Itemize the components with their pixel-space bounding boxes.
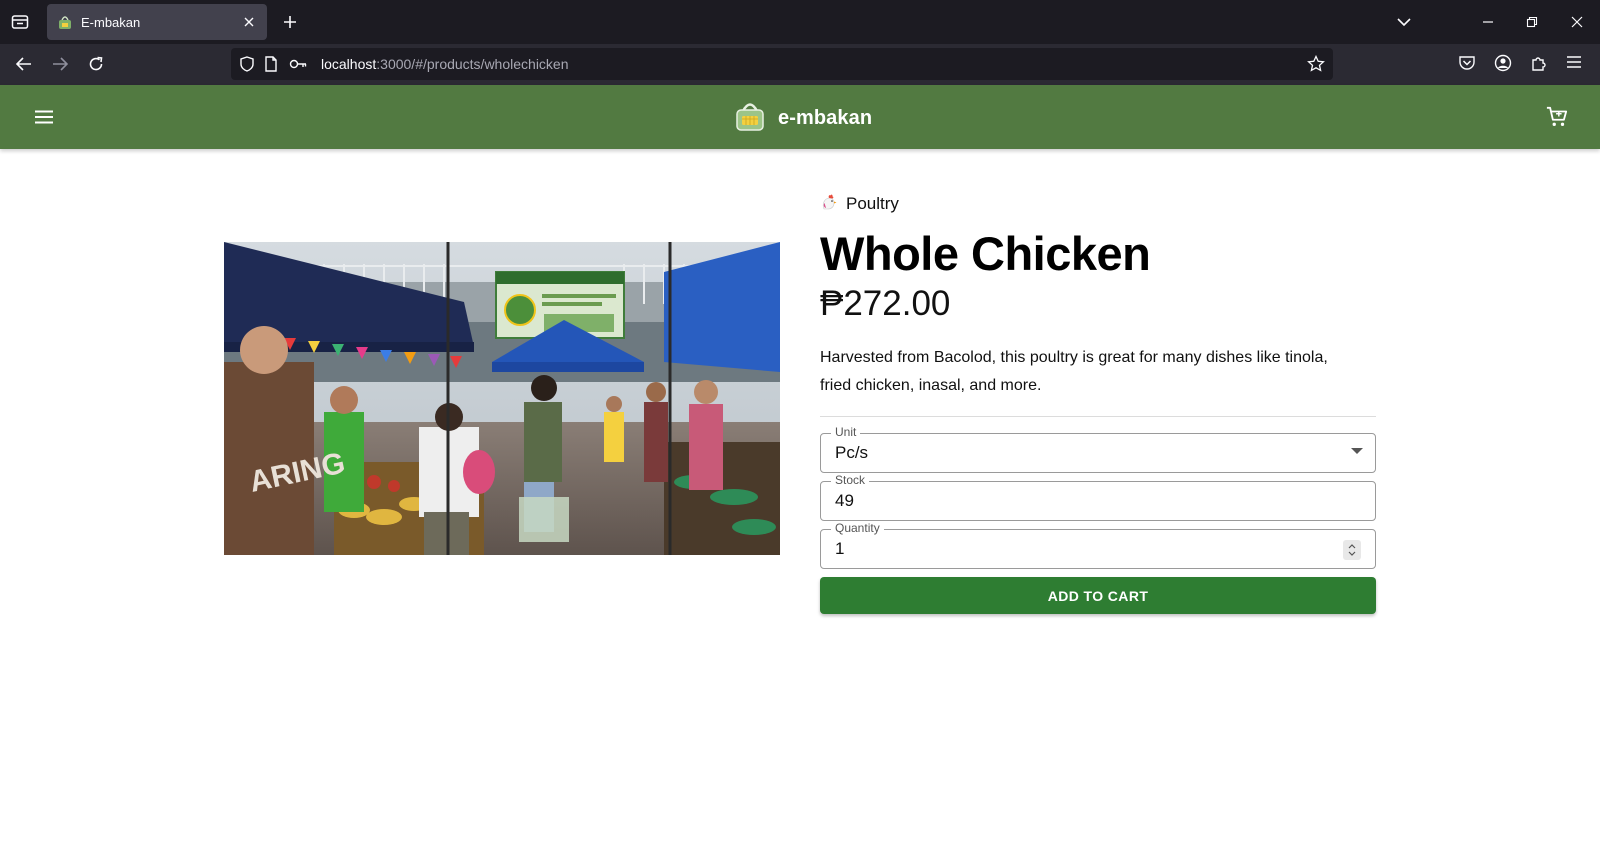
restore-icon [1526, 16, 1538, 28]
product-price: ₱272.00 [820, 284, 951, 323]
arrow-right-icon [53, 57, 68, 71]
list-tabs-button[interactable] [1392, 10, 1416, 34]
forward-button[interactable] [48, 52, 72, 76]
folder-tabs-icon [11, 15, 29, 29]
quantity-field[interactable]: Quantity 1 [820, 521, 1376, 569]
quantity-value: 1 [835, 539, 845, 558]
account-icon [1494, 54, 1512, 72]
category-label[interactable]: Poultry [846, 194, 899, 214]
tab-overview-button[interactable] [8, 10, 32, 34]
extensions-button[interactable] [1530, 54, 1548, 77]
url-host: localhost [321, 56, 377, 72]
close-window-button[interactable] [1565, 10, 1589, 34]
close-tab-button[interactable] [237, 10, 261, 34]
tab-title: E-mbakan [81, 14, 141, 30]
stock-field[interactable]: Stock 49 [820, 473, 1376, 521]
brand[interactable]: e-mbakan [734, 99, 872, 138]
browser-nav-bar: localhost:3000/#/products/wholechicken [0, 44, 1600, 85]
product-description: Harvested from Bacolod, this poultry is … [820, 349, 1328, 394]
browser-tab-bar: E-mbakan [0, 0, 1600, 44]
menu-button[interactable] [30, 105, 58, 129]
cart-icon [1546, 106, 1568, 126]
dropdown-arrow-icon [1351, 448, 1363, 454]
pocket-button[interactable] [1458, 54, 1476, 77]
bookmark-star-icon[interactable] [1307, 54, 1325, 78]
quantity-stepper[interactable] [1343, 540, 1361, 560]
account-button[interactable] [1494, 54, 1512, 77]
chevron-down-icon [1397, 18, 1411, 27]
url-path: :3000/#/products/wholechicken [376, 56, 569, 72]
add-to-cart-button[interactable]: ADD TO CART [820, 577, 1376, 614]
minimize-icon [1483, 21, 1493, 23]
menu-icon [35, 110, 53, 124]
back-button[interactable] [12, 52, 36, 76]
chicken-icon [820, 193, 838, 216]
stock-label: Stock [831, 473, 870, 487]
quantity-label: Quantity [831, 521, 884, 535]
close-icon [1571, 16, 1583, 28]
unit-label: Unit [831, 425, 861, 439]
hamburger-icon [1567, 56, 1581, 68]
unit-select[interactable]: Unit Pc/s [820, 425, 1376, 473]
puzzle-icon [1532, 57, 1546, 71]
arrow-left-icon [16, 57, 31, 71]
pocket-icon [1459, 56, 1475, 70]
stock-value: 49 [835, 491, 854, 510]
tab-embakan[interactable]: E-mbakan [47, 4, 267, 40]
reload-icon [89, 56, 103, 71]
close-icon [244, 17, 254, 27]
product-category: Poultry [820, 192, 1376, 216]
address-bar[interactable]: localhost:3000/#/products/wholechicken [231, 48, 1333, 80]
unit-value: Pc/s [835, 443, 869, 462]
restore-window-button[interactable] [1520, 10, 1544, 34]
divider [820, 416, 1376, 417]
stepper-arrows-icon [1348, 544, 1356, 556]
minimize-window-button[interactable] [1476, 10, 1500, 34]
shield-icon[interactable] [239, 56, 255, 77]
page-icon[interactable] [264, 56, 278, 77]
key-icon[interactable] [289, 57, 307, 76]
plus-icon [284, 16, 296, 28]
brand-name: e-mbakan [778, 107, 873, 129]
basket-logo-icon [734, 99, 766, 138]
cart-button[interactable] [1543, 103, 1571, 131]
new-tab-button[interactable] [278, 10, 302, 34]
basket-icon [57, 14, 73, 30]
product-details: Poultry Whole Chicken ₱272.00 Harvested … [820, 190, 1376, 614]
app-menu-button[interactable] [1566, 55, 1582, 74]
product-image: ARING [224, 242, 780, 555]
app-header: e-mbakan [0, 85, 1600, 149]
url-text[interactable]: localhost:3000/#/products/wholechicken [321, 56, 569, 72]
reload-button[interactable] [84, 52, 108, 76]
product-title: Whole Chicken [820, 227, 1151, 280]
